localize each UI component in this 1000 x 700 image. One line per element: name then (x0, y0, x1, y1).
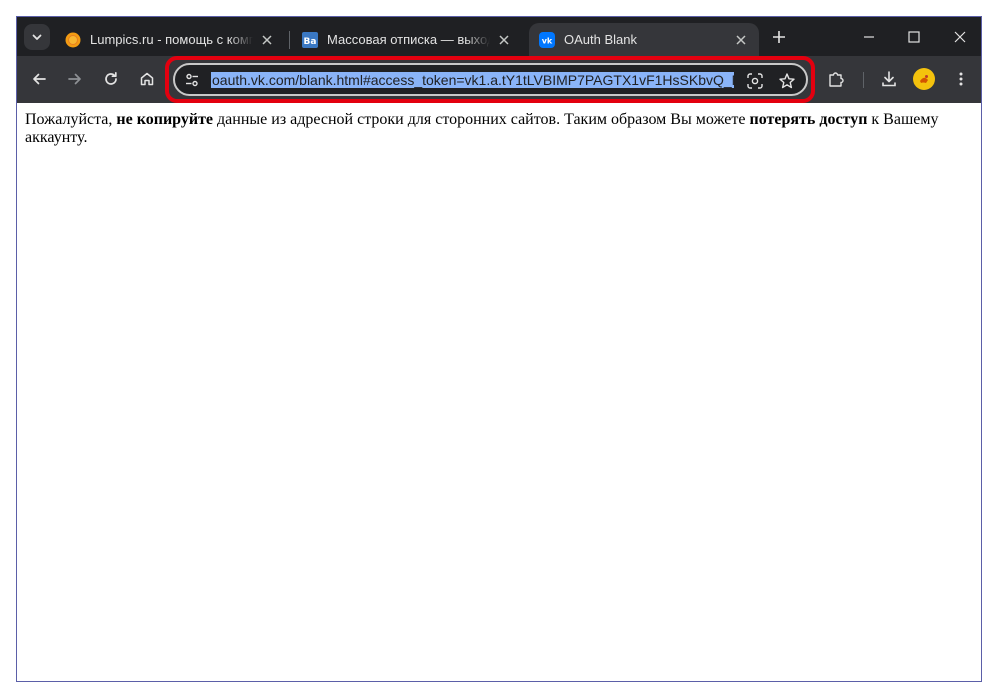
tab-title: OAuth Blank (564, 32, 637, 47)
warning-bold-text: потерять доступ (749, 111, 868, 128)
vk-ba-app-icon: Ba (302, 31, 318, 48)
lumpics-orange-icon (65, 32, 81, 48)
warning-text: данные из адресной строки для сторонних … (213, 111, 750, 128)
address-bar[interactable]: oauth.vk.com/blank.html#access_token=vk1… (173, 63, 808, 96)
minimize-icon (864, 35, 874, 38)
profile-avatar-icon (917, 72, 931, 86)
tab-divider (289, 31, 290, 49)
tab-search-button[interactable] (24, 24, 50, 50)
chrome-menu-button[interactable] (947, 65, 975, 93)
svg-text:Ba: Ba (304, 37, 317, 47)
svg-text:vk: vk (542, 36, 553, 45)
puzzle-icon (829, 72, 844, 87)
home-button[interactable] (133, 65, 161, 93)
maximize-icon (908, 30, 920, 43)
downloads-button[interactable] (875, 65, 903, 93)
tab-title: Массовая отписка — выход из групп (327, 32, 490, 47)
close-icon[interactable] (733, 32, 749, 48)
toolbar-divider (863, 72, 864, 88)
chevron-down-icon (32, 34, 42, 40)
lens-icon (747, 73, 763, 89)
forward-button[interactable] (61, 65, 89, 93)
vk-logo-icon: vk (539, 31, 555, 48)
profile-avatar[interactable] (913, 68, 935, 90)
minimize-button[interactable] (846, 17, 892, 56)
page-content: Пожалуйста, не копируйте данные из адрес… (17, 103, 981, 681)
reload-button[interactable] (97, 65, 125, 93)
reload-icon (105, 71, 117, 85)
warning-bold-text: не копируйте (116, 111, 214, 128)
extensions-button[interactable] (822, 65, 850, 93)
browser-toolbar: oauth.vk.com/blank.html#access_token=vk1… (17, 56, 981, 103)
google-lens-button[interactable] (745, 71, 765, 91)
close-icon (954, 31, 966, 42)
bookmark-button[interactable] (777, 71, 797, 91)
tab-strip: Lumpics.ru - помощь с компьютером Ba Мас… (17, 17, 981, 56)
tab-lumpics[interactable]: Lumpics.ru - помощь с компьютером (55, 23, 285, 56)
star-icon (779, 73, 795, 89)
close-window-button[interactable] (937, 17, 981, 56)
more-vert-icon (959, 72, 963, 86)
home-icon (140, 72, 154, 86)
site-info-button[interactable] (183, 71, 201, 89)
new-tab-button[interactable] (769, 27, 789, 47)
warning-text: Пожалуйста, (25, 111, 117, 128)
arrow-right-icon (68, 73, 81, 85)
url-selected-text: oauth.vk.com/blank.html#access_token=vk1… (211, 72, 734, 88)
close-icon[interactable] (496, 32, 512, 48)
back-button[interactable] (25, 65, 53, 93)
download-icon (882, 71, 896, 87)
tune-icon (186, 73, 198, 87)
browser-window: Lumpics.ru - помощь с компьютером Ba Мас… (16, 16, 982, 682)
tab-title: Lumpics.ru - помощь с компьютером (90, 32, 253, 47)
url-text[interactable]: oauth.vk.com/blank.html#access_token=vk1… (211, 71, 734, 90)
close-icon[interactable] (259, 32, 275, 48)
tab-oauth-blank[interactable]: vk OAuth Blank (529, 23, 759, 56)
arrow-left-icon (33, 73, 46, 85)
plus-icon (773, 31, 785, 43)
tab-mass-unsubscribe[interactable]: Ba Массовая отписка — выход из групп (292, 23, 522, 56)
maximize-button[interactable] (891, 17, 937, 56)
